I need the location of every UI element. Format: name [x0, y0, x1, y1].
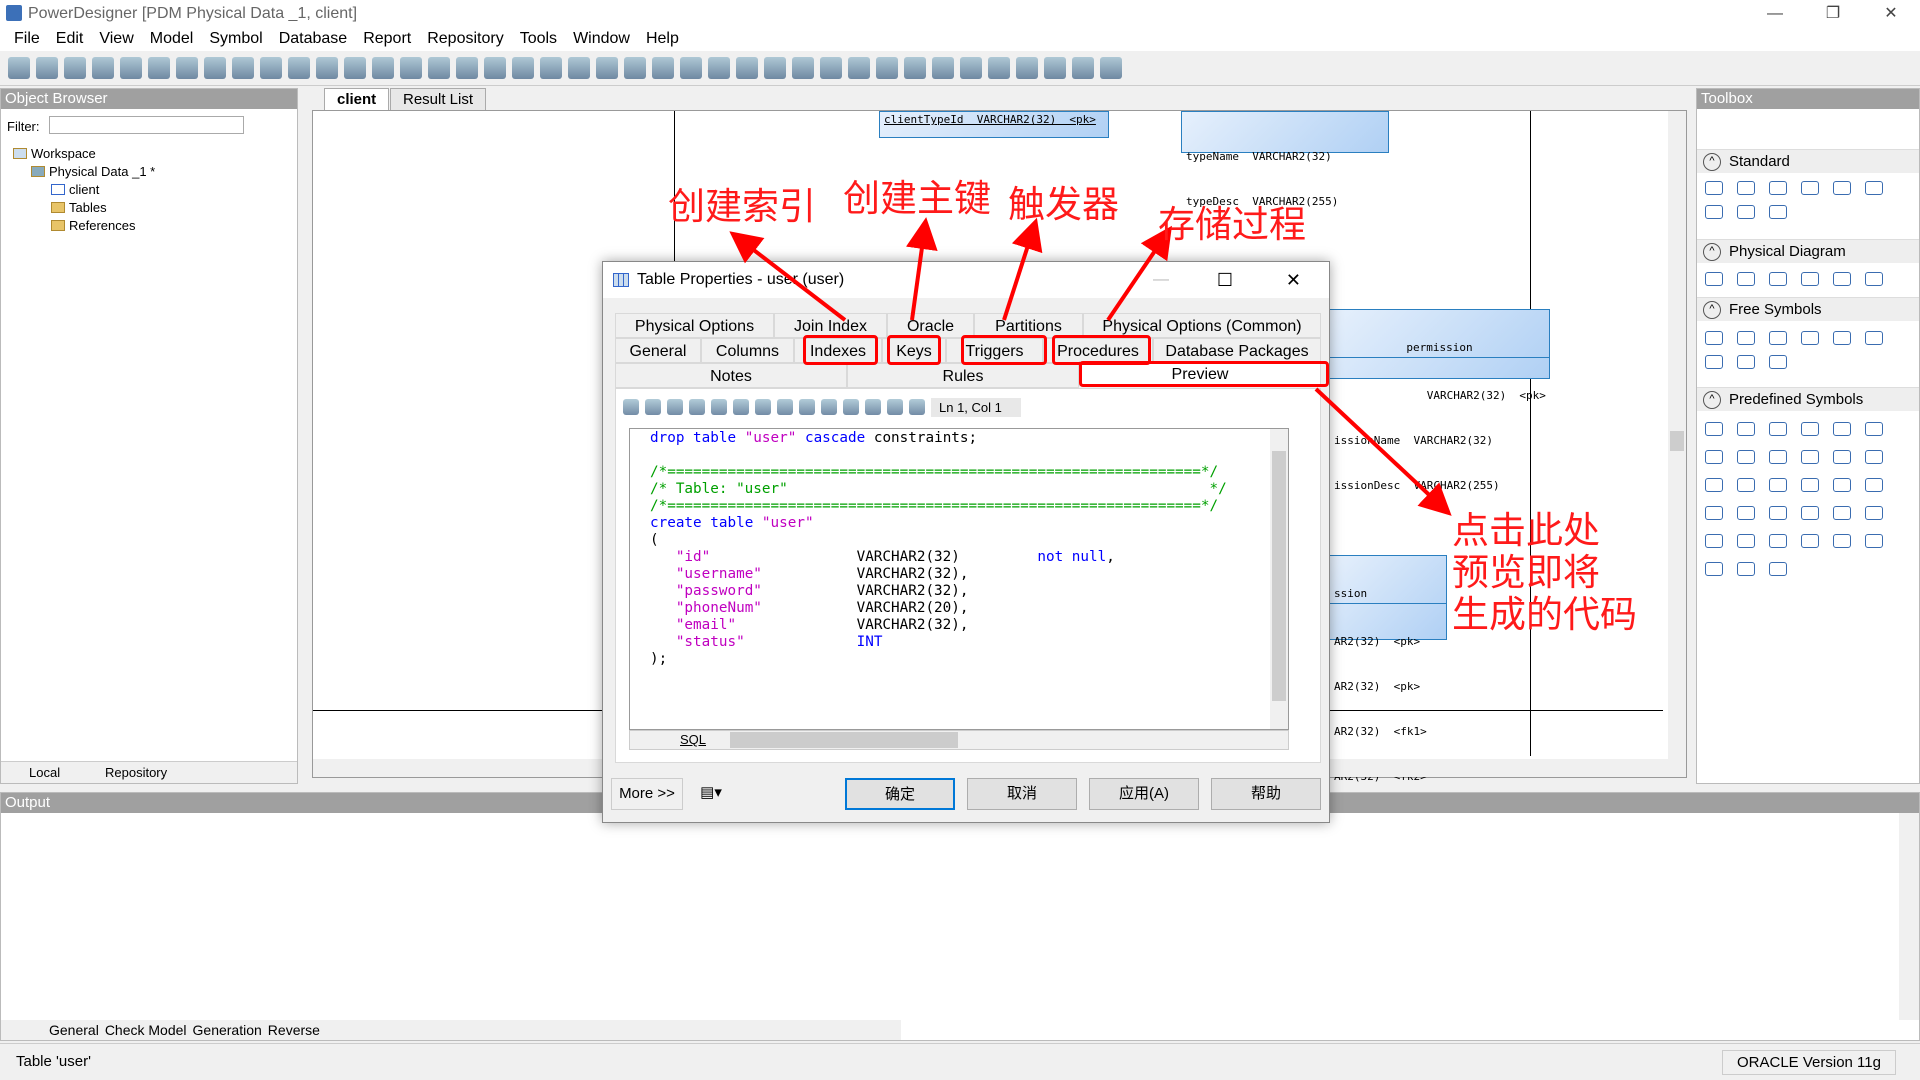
annotation-preview-note-1: 点击此处	[1452, 510, 1600, 551]
annotation-create-index: 创建索引	[668, 186, 816, 227]
annotation-preview-note-2: 预览即将	[1452, 552, 1600, 593]
arrow-keys	[905, 217, 938, 321]
arrow-preview	[1314, 387, 1452, 516]
annotation-preview-note-3: 生成的代码	[1452, 594, 1637, 635]
annotation-trigger: 触发器	[1008, 184, 1119, 225]
annotation-procedure: 存储过程	[1158, 204, 1306, 245]
arrow-procedures	[1106, 225, 1172, 322]
arrow-triggers	[1002, 217, 1043, 321]
annotation-arrows	[729, 217, 1452, 516]
arrow-indexes	[729, 231, 847, 322]
annotation-create-key: 创建主键	[843, 178, 991, 219]
